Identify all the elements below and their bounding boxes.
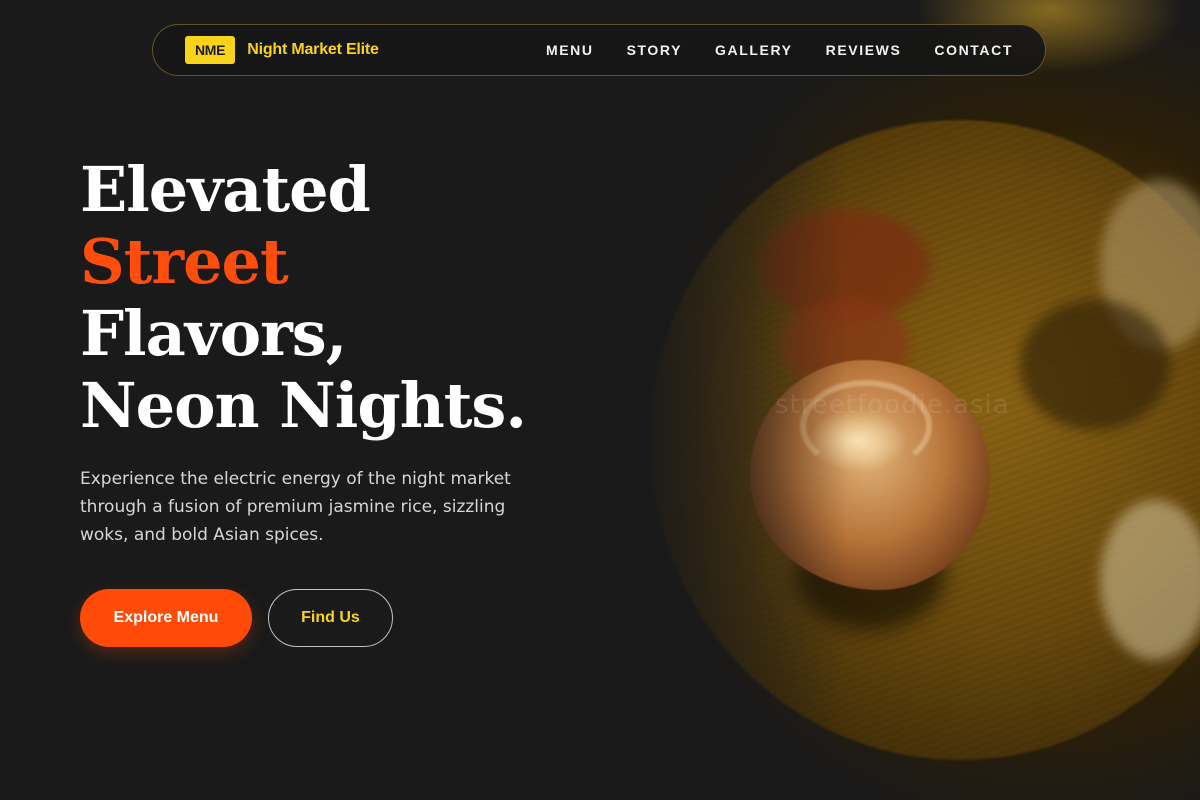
top-navbar: NME Night Market Elite MENU STORY GALLER…: [152, 24, 1046, 76]
hero-title-accent: Street: [80, 225, 289, 298]
hero-title-line: Neon Nights.: [80, 369, 527, 442]
image-watermark: streetfoodie.asia: [775, 390, 1010, 420]
hero-title-line: Flavors,: [80, 297, 347, 370]
brand-badge: NME: [185, 36, 236, 64]
find-us-button[interactable]: Find Us: [268, 589, 393, 647]
landing-page: streetfoodie.asia NME Night Market Elite…: [0, 0, 1200, 800]
nav-link-menu[interactable]: MENU: [546, 42, 594, 58]
explore-menu-button[interactable]: Explore Menu: [80, 589, 252, 647]
nav-links: MENU STORY GALLERY REVIEWS CONTACT: [546, 42, 1013, 58]
hero-title: Elevated Street Flavors, Neon Nights.: [80, 153, 527, 442]
hero-title-line: Elevated: [80, 153, 371, 226]
nav-link-gallery[interactable]: GALLERY: [715, 42, 793, 58]
nav-link-reviews[interactable]: REVIEWS: [826, 42, 902, 58]
hero-subtitle: Experience the electric energy of the ni…: [80, 469, 511, 545]
nav-link-story[interactable]: STORY: [627, 42, 682, 58]
brand-name: Night Market Elite: [247, 41, 379, 58]
brand-logo-link[interactable]: NME Night Market Elite: [185, 36, 379, 64]
nav-link-contact[interactable]: CONTACT: [934, 42, 1013, 58]
